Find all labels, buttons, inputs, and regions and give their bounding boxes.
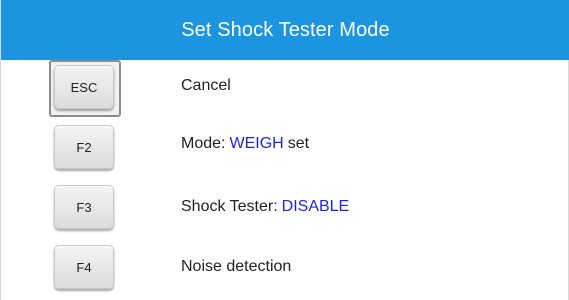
mode-label: Mode: WEIGH set — [181, 118, 309, 170]
f4-key-button[interactable]: F4 — [54, 245, 114, 289]
cancel-label: Cancel — [181, 60, 231, 112]
shock-tester-label: Shock Tester: DISABLE — [181, 177, 349, 237]
option-cancel-row[interactable]: ESC Cancel — [1, 60, 569, 120]
esc-key-button[interactable]: ESC — [54, 65, 114, 109]
dialog-title: Set Shock Tester Mode — [181, 18, 390, 41]
option-noise-detection-row[interactable]: F4 Noise detection — [1, 240, 569, 300]
f2-key-button[interactable]: F2 — [54, 125, 114, 169]
shock-tester-mode-dialog: Set Shock Tester Mode ESC Cancel F2 Mode… — [0, 0, 569, 300]
noise-detection-label-text: Noise detection — [181, 258, 292, 275]
mode-value: WEIGH — [229, 135, 284, 152]
noise-detection-label: Noise detection — [181, 237, 291, 297]
dialog-header: Set Shock Tester Mode — [1, 0, 569, 60]
shock-tester-label-text: Shock Tester: — [181, 198, 278, 215]
shock-tester-value: DISABLE — [281, 198, 350, 215]
mode-suffix: set — [287, 135, 310, 152]
option-shock-tester-row[interactable]: F3 Shock Tester: DISABLE — [1, 180, 569, 240]
mode-label-text: Mode: — [181, 135, 226, 152]
option-mode-row[interactable]: F2 Mode: WEIGH set — [1, 120, 569, 180]
cancel-label-text: Cancel — [181, 77, 231, 94]
f3-key-button[interactable]: F3 — [54, 185, 114, 229]
